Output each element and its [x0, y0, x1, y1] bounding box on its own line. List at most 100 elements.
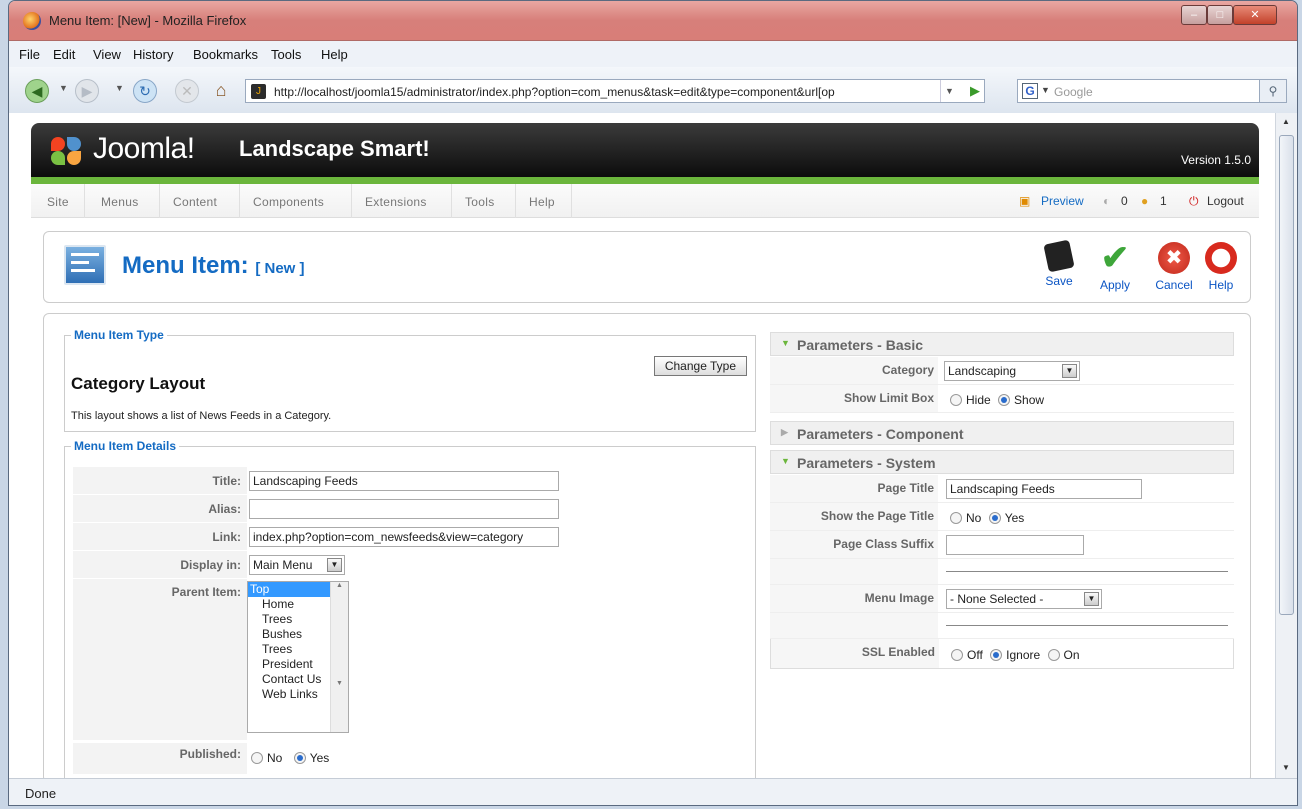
params-basic-header[interactable]: ▼ Parameters - Basic	[770, 332, 1234, 356]
parent-item-row: Parent Item: Top Home Trees Bushes Trees…	[73, 579, 755, 741]
show-title-no-radio[interactable]	[950, 512, 962, 524]
ssl-off-radio[interactable]	[951, 649, 963, 661]
logout-icon[interactable]: ⏻	[1189, 194, 1199, 209]
category-select[interactable]: Landscaping ▼	[944, 361, 1080, 381]
alias-field[interactable]	[249, 499, 559, 519]
google-engine-icon[interactable]: G	[1022, 83, 1038, 99]
help-button[interactable]: Help	[1196, 240, 1246, 298]
admin-menu-help[interactable]: Help	[529, 195, 555, 209]
limit-hide-radio[interactable]	[950, 394, 962, 406]
scroll-up-icon[interactable]: ▲	[1282, 117, 1290, 126]
change-type-button[interactable]: Change Type	[653, 356, 747, 376]
show-page-title-label: Show the Page Title	[820, 509, 934, 523]
title-row: Title: Landscaping Feeds	[73, 467, 755, 495]
apply-label: Apply	[1099, 278, 1131, 292]
menu-image-select[interactable]: - None Selected - ▼	[946, 589, 1102, 609]
layout-name: Category Layout	[71, 374, 206, 393]
joomla-wordmark: Joomla!	[93, 132, 195, 165]
preview-link[interactable]: Preview	[1041, 194, 1084, 208]
engine-dropdown-icon[interactable]: ▼	[1041, 85, 1050, 95]
page-title-label: Page Title	[877, 481, 934, 495]
menu-separator	[84, 184, 85, 218]
back-button[interactable]: ◀	[25, 79, 49, 103]
title-field[interactable]: Landscaping Feeds	[249, 471, 559, 491]
search-magnifier-icon[interactable]: ⚲	[1259, 79, 1287, 103]
menu-separator	[159, 184, 160, 218]
url-text[interactable]: http://localhost/joomla15/administrator/…	[274, 85, 934, 99]
stop-button[interactable]: ✕	[175, 79, 199, 103]
params-system-header[interactable]: ▼ Parameters - System	[770, 450, 1234, 474]
menu-item-type-fieldset: Menu Item Type Change Type Category Layo…	[64, 328, 756, 432]
messages-icon[interactable]: ◐	[1103, 194, 1110, 208]
menu-image-value: - None Selected -	[950, 592, 1044, 606]
save-button[interactable]: Save	[1034, 239, 1084, 298]
link-row: Link: index.php?option=com_newsfeeds&vie…	[73, 523, 755, 551]
close-window-button[interactable]: ✕	[1233, 5, 1277, 25]
users-icon[interactable]: ●	[1141, 194, 1148, 208]
page-class-suffix-field[interactable]	[946, 535, 1084, 555]
menu-bookmarks[interactable]: Bookmarks	[193, 47, 258, 62]
menu-separator	[351, 184, 352, 218]
cancel-button[interactable]: ✖ Cancel	[1149, 240, 1199, 298]
reload-button[interactable]: ↻	[133, 79, 157, 103]
admin-menu-content[interactable]: Content	[173, 195, 217, 209]
header-accent-bar	[31, 177, 1259, 184]
listbox-scrollbar[interactable]: ▲ ▼	[330, 582, 348, 732]
menu-item-icon	[64, 245, 106, 285]
admin-menu-extensions[interactable]: Extensions	[365, 195, 427, 209]
navigation-toolbar: ◀ ▼ ▶ ▼ ↻ ✕ ⌂ J http://localhost/joomla1…	[9, 67, 1297, 113]
preview-icon[interactable]: ▣	[1019, 194, 1030, 208]
ssl-on-label: On	[1063, 648, 1080, 662]
logout-link[interactable]: Logout	[1207, 194, 1244, 208]
admin-menu-components[interactable]: Components	[253, 195, 324, 209]
minimize-button[interactable]: –	[1181, 5, 1207, 25]
go-arrow-icon[interactable]: ▶	[970, 83, 980, 99]
messages-count[interactable]: 0	[1121, 194, 1128, 208]
admin-menu-site[interactable]: Site	[47, 195, 69, 209]
scroll-down-icon[interactable]: ▼	[1282, 763, 1290, 772]
users-count[interactable]: 1	[1160, 194, 1167, 208]
params-component-header[interactable]: ▶ Parameters - Component	[770, 421, 1234, 445]
menu-image-label: Menu Image	[864, 591, 934, 605]
title-label: Title:	[212, 474, 241, 488]
menu-tools[interactable]: Tools	[271, 47, 301, 62]
display-in-select[interactable]: Main Menu ▼	[249, 555, 345, 575]
page-scrollbar[interactable]: ▲ ▼	[1275, 113, 1297, 778]
menu-item-details-legend: Menu Item Details	[74, 439, 177, 453]
menu-file[interactable]: File	[19, 47, 40, 62]
limit-show-radio[interactable]	[998, 394, 1011, 406]
back-history-dropdown[interactable]: ▼	[59, 83, 68, 93]
forward-history-dropdown[interactable]: ▼	[115, 83, 124, 93]
search-box[interactable]: G ▼ Google	[1017, 79, 1262, 103]
limit-hide-label: Hide	[966, 393, 991, 407]
show-title-no-label: No	[966, 511, 982, 525]
published-yes-radio[interactable]	[293, 752, 306, 764]
forward-button[interactable]: ▶	[75, 79, 99, 103]
admin-menu-tools[interactable]: Tools	[465, 195, 495, 209]
scrollbar-thumb[interactable]	[1279, 135, 1294, 615]
parent-item-listbox[interactable]: Top Home Trees Bushes Trees President Co…	[247, 581, 349, 733]
url-history-dropdown[interactable]: ▼	[940, 80, 958, 102]
expanded-arrow-icon: ▼	[781, 456, 790, 466]
maximize-button[interactable]: □	[1207, 5, 1233, 25]
link-field[interactable]: index.php?option=com_newsfeeds&view=cate…	[249, 527, 559, 547]
ssl-ignore-radio[interactable]	[990, 649, 1003, 661]
menu-view[interactable]: View	[93, 47, 121, 62]
show-title-yes-radio[interactable]	[988, 512, 1001, 524]
apply-button[interactable]: ✔ Apply	[1090, 240, 1140, 298]
params-system-title: Parameters - System	[797, 455, 936, 471]
admin-menu-menus[interactable]: Menus	[101, 195, 139, 209]
home-icon[interactable]: ⌂	[209, 79, 233, 103]
ssl-on-radio[interactable]	[1047, 649, 1060, 661]
status-text: Done	[25, 786, 57, 801]
published-no-radio[interactable]	[251, 752, 263, 764]
menu-edit[interactable]: Edit	[53, 47, 75, 62]
menu-help[interactable]: Help	[321, 47, 348, 62]
address-bar[interactable]: J http://localhost/joomla15/administrato…	[245, 79, 985, 103]
list-item[interactable]: Top	[248, 582, 330, 597]
published-radio-group: No Yes	[249, 751, 329, 765]
page-title-field[interactable]: Landscaping Feeds	[946, 479, 1142, 499]
params-component-title: Parameters - Component	[797, 426, 964, 442]
show-limit-box-row: Show Limit Box Hide Show	[770, 385, 1234, 413]
menu-history[interactable]: History	[133, 47, 173, 62]
